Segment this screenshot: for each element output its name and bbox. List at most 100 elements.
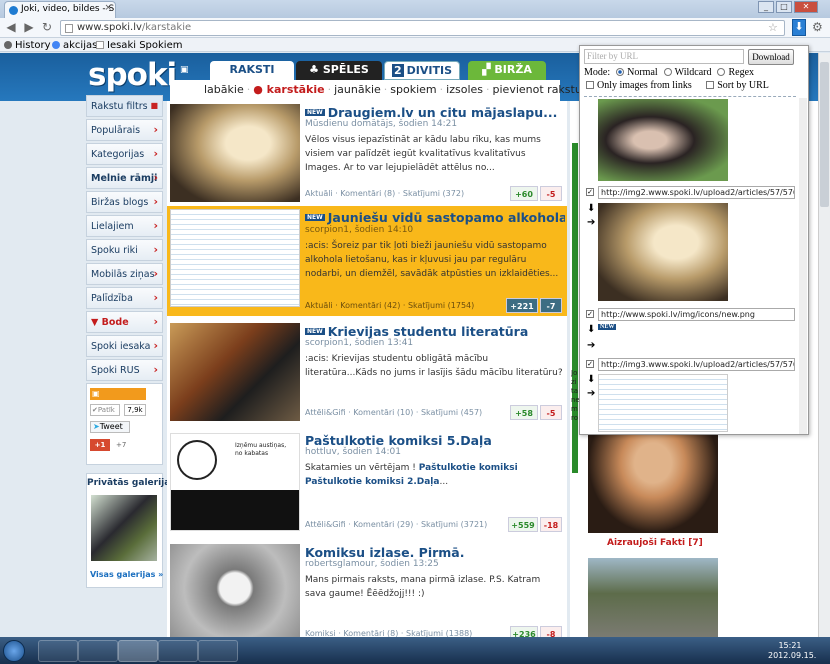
sidebar-item-popularais[interactable]: Populārais › xyxy=(86,119,163,141)
patik-button[interactable]: ✔Patīk xyxy=(90,404,120,416)
chrome-taskbar-icon[interactable] xyxy=(118,640,158,662)
sidebar-item-lielajiem[interactable]: Lielajiem › xyxy=(86,215,163,237)
forward-icon[interactable]: ▶ xyxy=(22,20,36,34)
subnav-labakie[interactable]: labākie xyxy=(204,83,244,96)
vote-minus-button[interactable]: -7 xyxy=(540,298,562,313)
back-icon[interactable]: ◀ xyxy=(4,20,18,34)
sidebar-item-spoki-iesaka[interactable]: Spoki iesaka › xyxy=(86,335,163,357)
article-thumbnail-image[interactable] xyxy=(170,104,300,202)
new-icon-preview[interactable]: NEW xyxy=(598,324,617,330)
vote-minus-button[interactable]: -5 xyxy=(540,186,562,201)
article-thumbnail-image[interactable]: Izņēmu austiņas, no kabatas xyxy=(170,433,300,531)
open-link-icon[interactable]: ➔ xyxy=(587,388,595,399)
wrench-menu-icon[interactable]: ⚙ xyxy=(812,20,823,34)
close-window-button[interactable]: ✕ xyxy=(794,1,818,13)
image-select-checkbox[interactable]: ✓ xyxy=(586,188,594,196)
reload-icon[interactable]: ↻ xyxy=(40,20,54,34)
mode-regex-radio[interactable] xyxy=(717,68,726,76)
vote-plus-button[interactable]: +60 xyxy=(510,186,538,201)
subnav-izsoles[interactable]: izsoles xyxy=(446,83,483,96)
sidebar-item-kategorijas[interactable]: Kategorijas › xyxy=(86,143,163,165)
page-scrollbar-thumb[interactable] xyxy=(820,62,829,207)
bookmark-history[interactable]: History xyxy=(4,40,51,51)
tweet-button[interactable]: ➤Tweet xyxy=(90,421,130,433)
mode-wildcard-radio[interactable] xyxy=(663,68,672,76)
skype-taskbar-icon[interactable] xyxy=(158,640,198,662)
sidebar-item-rakstu-filtrs[interactable]: Rakstu filtrs ■ xyxy=(86,95,163,117)
subnav-spokiem[interactable]: spokiem xyxy=(390,83,436,96)
explorer-taskbar-icon[interactable] xyxy=(38,640,78,662)
vote-minus-button[interactable]: -8 xyxy=(540,626,562,637)
mode-normal-radio[interactable] xyxy=(616,68,625,76)
download-arrow-icon[interactable]: ⬇ xyxy=(587,324,595,335)
article-thumbnail-image[interactable] xyxy=(170,323,300,421)
only-links-checkbox[interactable] xyxy=(586,81,594,89)
tab-close-icon[interactable]: × xyxy=(104,3,112,13)
vote-plus-button[interactable]: +221 xyxy=(506,298,538,313)
vote-minus-button[interactable]: -18 xyxy=(540,517,562,532)
article-title[interactable]: Komiksu izlase. Pirmā. xyxy=(305,545,565,560)
gallery-all-link[interactable]: Visas galerijas » xyxy=(90,570,163,579)
sidebar-item-mobilas-zinas[interactable]: Mobilās ziņas › xyxy=(86,263,163,285)
sidebar-item-birzas-blogs[interactable]: Biržas blogs › xyxy=(86,191,163,213)
image-url-field[interactable]: http://img3.www.spoki.lv/upload2/article… xyxy=(598,358,795,371)
excerpt-link[interactable]: Paštulkotie komiksi xyxy=(419,463,518,473)
bookmark-iesaki-spokiem[interactable]: Iesaki Spokiem xyxy=(96,40,182,51)
excerpt-link[interactable]: Paštulkotie komiksi 2.Daļa xyxy=(305,477,439,487)
app2-taskbar-icon[interactable] xyxy=(198,640,238,662)
image-downloader-extension-icon[interactable]: ⬇ xyxy=(792,19,806,36)
vote-plus-button[interactable]: +559 xyxy=(508,517,538,532)
filter-url-input[interactable]: Filter by URL xyxy=(584,49,744,64)
popup-scrollbar[interactable] xyxy=(799,98,807,434)
article-title[interactable]: NEW Draugiem.lv un citu mājaslapu... xyxy=(305,105,565,120)
app-taskbar-icon[interactable] xyxy=(78,640,118,662)
article-title[interactable]: NEW Krievijas studentu literatūra xyxy=(305,324,565,339)
start-button-icon[interactable] xyxy=(3,640,25,662)
address-bar[interactable]: www.spoki.lv/karstakie xyxy=(60,20,785,36)
tab-birza[interactable]: ▞ BIRŽA xyxy=(468,61,546,80)
sidebar-item-melnie-ramji[interactable]: Melnie rāmji › xyxy=(86,167,163,189)
spoki-logo[interactable]: spoki xyxy=(88,57,177,93)
tab-speles[interactable]: ♣ SPĒLES xyxy=(296,61,382,80)
image-url-field[interactable]: http://www.spoki.lv/img/icons/new.png xyxy=(598,308,795,321)
sidebar-item-spoku-riki[interactable]: Spoku riki › xyxy=(86,239,163,261)
rss-icon[interactable]: ▣ xyxy=(180,65,189,75)
vote-plus-button[interactable]: +236 xyxy=(510,626,538,637)
article-title[interactable]: Paštulkotie komiksi 5.Daļa xyxy=(305,433,565,448)
sort-url-checkbox[interactable] xyxy=(706,81,715,89)
maximize-button[interactable]: □ xyxy=(776,1,792,13)
image-preview[interactable] xyxy=(598,99,728,181)
article-thumbnail-image[interactable] xyxy=(170,209,300,307)
article-title[interactable]: NEW Jauniešu vidū sastopamo alkohola... xyxy=(305,210,565,225)
subnav-karstakie[interactable]: ● karstākie xyxy=(253,83,324,96)
open-link-icon[interactable]: ➔ xyxy=(587,340,595,351)
vote-plus-button[interactable]: +58 xyxy=(510,405,538,420)
google-plus-button[interactable]: +1 xyxy=(90,439,110,451)
sidebar-item-bode[interactable]: ▼ Bode › xyxy=(86,311,163,333)
subnav-pievienot[interactable]: pievienot rakstu xyxy=(493,83,582,96)
minimize-button[interactable]: _ xyxy=(758,1,774,13)
subnav-jaunakie[interactable]: jaunākie xyxy=(334,83,381,96)
download-arrow-icon[interactable]: ⬇ xyxy=(587,203,595,214)
image-select-checkbox[interactable]: ✓ xyxy=(586,360,594,368)
draugiem-button[interactable]: ▣ draugiem.lv xyxy=(90,388,146,410)
sidebar-item-palidziba[interactable]: Palīdzība › xyxy=(86,287,163,309)
sidebar-item-spoki-rus[interactable]: Spoki RUS › xyxy=(86,359,163,381)
tab-raksti[interactable]: RAKSTI xyxy=(210,61,294,80)
article-thumbnail-image[interactable] xyxy=(170,544,300,637)
image-url-field[interactable]: http://img2.www.spoki.lv/upload2/article… xyxy=(598,186,795,199)
featured-image-2[interactable] xyxy=(588,558,718,637)
image-select-checkbox[interactable]: ✓ xyxy=(586,310,594,318)
image-preview[interactable] xyxy=(598,374,728,432)
featured-caption[interactable]: Aizraujoši Fakti [7] xyxy=(607,538,703,548)
download-arrow-icon[interactable]: ⬇ xyxy=(587,374,595,385)
featured-image[interactable] xyxy=(588,433,718,533)
vote-minus-button[interactable]: -5 xyxy=(540,405,562,420)
tab-divitis[interactable]: 2 DIVITIS xyxy=(384,61,460,80)
open-link-icon[interactable]: ➔ xyxy=(587,217,595,228)
image-preview[interactable] xyxy=(598,203,728,301)
bookmark-akcijas[interactable]: akcijas xyxy=(52,40,97,51)
download-button[interactable]: Download xyxy=(748,49,794,65)
taskbar-clock[interactable]: 15:21 2012.09.15. xyxy=(768,641,816,661)
gallery-thumbnail-image[interactable] xyxy=(91,495,157,561)
